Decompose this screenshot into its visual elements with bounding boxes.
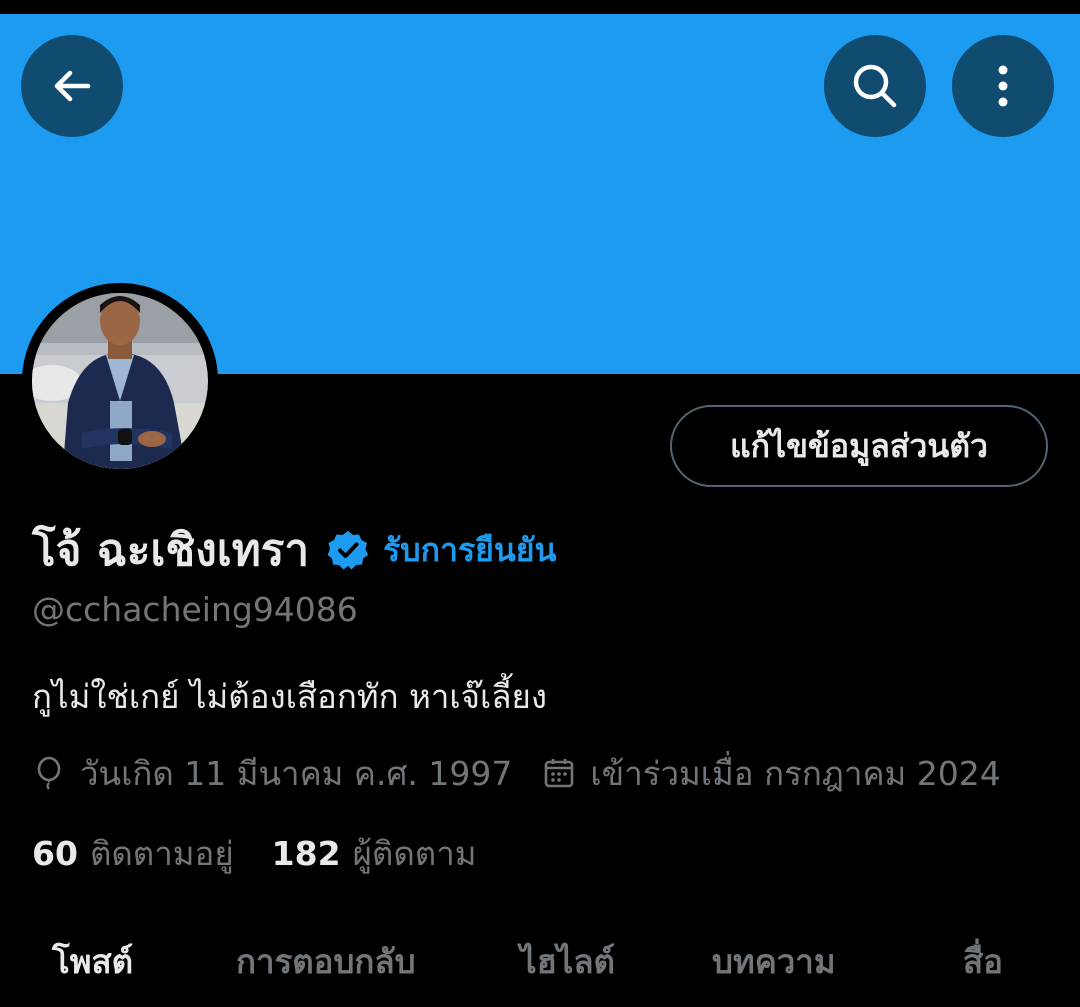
search-icon (849, 60, 901, 112)
back-button[interactable] (21, 35, 123, 137)
tab-articles[interactable]: บทความ (712, 935, 836, 1007)
joined-item: เข้าร่วมเมื่อ กรกฎาคม 2024 (542, 747, 1001, 800)
verified-badge-icon[interactable] (327, 529, 369, 571)
tab-highlights[interactable]: ไฮไลต์ (520, 935, 615, 1007)
avatar[interactable] (22, 283, 218, 479)
tab-replies[interactable]: การตอบกลับ (236, 935, 416, 1007)
profile-bio: กูไม่ใช่เกย์ ไม่ต้องเสือกทัก หาเจ๊เลี้ยง (32, 677, 547, 716)
tab-media[interactable]: สื่อ (963, 935, 1003, 1007)
get-verified-link[interactable]: รับการยืนยัน (383, 525, 556, 576)
more-vertical-icon (993, 62, 1013, 110)
arrow-left-icon (48, 62, 96, 110)
search-button[interactable] (824, 35, 926, 137)
followers-count: 182 (271, 833, 341, 873)
following-count: 60 (32, 833, 78, 873)
edit-profile-button[interactable]: แก้ไขข้อมูลส่วนตัว (670, 405, 1048, 487)
calendar-icon (542, 756, 576, 790)
birthday-item: วันเกิด 11 มีนาคม ค.ศ. 1997 (32, 747, 512, 800)
balloon-icon (32, 756, 66, 790)
birthday-text: วันเกิด 11 มีนาคม ค.ศ. 1997 (80, 753, 513, 793)
profile-meta: วันเกิด 11 มีนาคม ค.ศ. 1997 เข้าร่วมเมื่… (32, 750, 1001, 796)
profile-handle: @cchacheing94086 (32, 590, 358, 629)
followers-link[interactable]: 182 ผู้ติดตาม (272, 827, 477, 880)
display-name: โจ้ ฉะเชิงเทรา (32, 525, 310, 576)
status-bar-area (0, 0, 1080, 14)
following-label: ติดตามอยู่ (89, 833, 234, 873)
profile-tabs: โพสต์ การตอบกลับ ไฮไลต์ บทความ สื่อ (0, 935, 1080, 1007)
followers-label: ผู้ติดตาม (352, 833, 477, 873)
joined-text: เข้าร่วมเมื่อ กรกฎาคม 2024 (590, 753, 1001, 793)
tab-posts[interactable]: โพสต์ (52, 935, 133, 1007)
follow-stats: 60 ติดตามอยู่ 182 ผู้ติดตาม (32, 830, 476, 876)
following-link[interactable]: 60 ติดตามอยู่ (32, 827, 234, 880)
more-options-button[interactable] (952, 35, 1054, 137)
profile-name-row: โจ้ ฉะเชิงเทรา รับการยืนยัน (32, 520, 556, 580)
